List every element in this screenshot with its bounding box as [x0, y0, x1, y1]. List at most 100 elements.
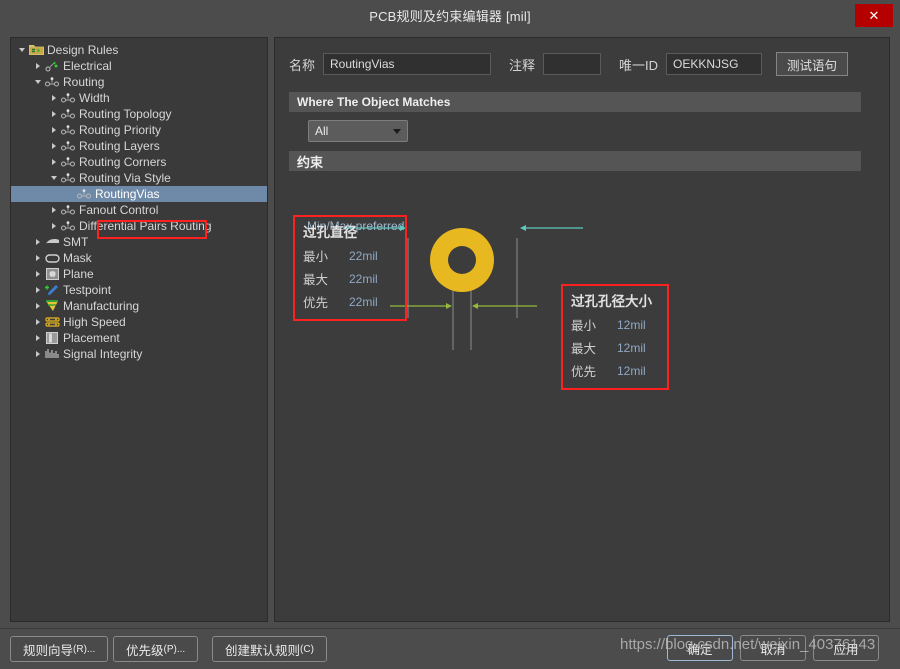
sidebar-item-label: Routing Via Style — [79, 171, 171, 185]
ok-label: 确定 — [687, 642, 713, 657]
chevron-right-icon[interactable] — [47, 106, 60, 122]
cancel-button[interactable]: 取消 — [740, 635, 806, 661]
chevron-right-icon[interactable] — [31, 266, 44, 282]
sidebar-item-routingvias[interactable]: RoutingVias — [11, 186, 267, 202]
window-title: PCB规则及约束编辑器 [mil] — [369, 8, 531, 24]
sidebar-item-label: Placement — [63, 331, 120, 345]
sidebar-item-manufacturing[interactable]: Manufacturing — [11, 298, 267, 314]
create-default-rules-button[interactable]: 创建默认规则 (C) — [212, 636, 327, 662]
via-pad-graphic — [430, 228, 494, 292]
sidebar-item-label: Routing Topology — [79, 107, 172, 121]
where-object-matches-title: Where The Object Matches — [297, 95, 451, 109]
via-hole-size-box: 过孔孔径大小 最小 12mil 最大 12mil 优先 12mil — [561, 284, 669, 390]
close-icon: ✕ — [868, 8, 880, 23]
highspeed-icon — [44, 315, 60, 329]
sidebar-item-testpoint[interactable]: Testpoint — [11, 282, 267, 298]
chevron-down-icon[interactable] — [15, 42, 28, 58]
chevron-down-icon[interactable] — [31, 74, 44, 90]
chevron-right-icon[interactable] — [47, 138, 60, 154]
chevron-right-icon[interactable] — [31, 250, 44, 266]
rule-wizard-accel: (R)... — [73, 643, 96, 655]
scope-dropdown-value: All — [315, 124, 329, 138]
cancel-label: 取消 — [760, 642, 786, 657]
chevron-right-icon[interactable] — [31, 314, 44, 330]
priority-accel: (P)... — [163, 643, 186, 655]
where-object-matches-header: Where The Object Matches — [289, 92, 861, 112]
via-hole-preferred-row[interactable]: 优先 12mil — [571, 359, 659, 382]
sidebar-item-label: Routing Corners — [79, 155, 167, 169]
manufacturing-icon — [44, 299, 60, 313]
sidebar-item-label: Fanout Control — [79, 203, 159, 217]
sidebar-item-label: Manufacturing — [63, 299, 140, 313]
sidebar-item-label: Differential Pairs Routing — [79, 219, 212, 233]
scope-dropdown[interactable]: All — [308, 120, 408, 142]
pcb-rules-editor-window: PCB规则及约束编辑器 [mil] ✕ Design Rules Electric… — [0, 0, 900, 669]
chevron-right-icon[interactable] — [47, 202, 60, 218]
close-button[interactable]: ✕ — [855, 4, 893, 27]
sidebar-item-label: Electrical — [63, 59, 112, 73]
chevron-right-icon[interactable] — [31, 330, 44, 346]
sidebar-item-signal-integrity[interactable]: Signal Integrity — [11, 346, 267, 362]
via-hole-preferred-label: 优先 — [571, 365, 597, 379]
sidebar-item-smt[interactable]: SMT — [11, 234, 267, 250]
sidebar-item-label: Routing Priority — [79, 123, 162, 137]
via-hole-max-value: 12mil — [617, 340, 646, 355]
rule-wizard-label: 规则向导 — [23, 643, 74, 658]
sidebar-item-mask[interactable]: Mask — [11, 250, 267, 266]
sidebar-item-routing-priority[interactable]: Routing Priority — [11, 122, 267, 138]
chevron-down-icon[interactable] — [47, 170, 60, 186]
via-hole-min-label: 最小 — [571, 319, 597, 333]
sidebar-item-label: High Speed — [63, 315, 126, 329]
test-query-button[interactable]: 测试语句 — [776, 52, 849, 76]
name-input[interactable] — [323, 53, 492, 75]
rule-header-form: 名称 注释 唯一ID 测试语句 — [289, 52, 849, 76]
via-diameter-min-row[interactable]: 最小 22mil — [303, 244, 397, 267]
sidebar-item-design-rules[interactable]: Design Rules — [11, 42, 267, 58]
chevron-right-icon[interactable] — [47, 122, 60, 138]
via-diameter-preferred-value: 22mil — [349, 294, 378, 309]
smt-icon — [44, 235, 60, 249]
chevron-right-icon[interactable] — [47, 218, 60, 234]
sidebar-item-routing-via-style[interactable]: Routing Via Style — [11, 170, 267, 186]
sidebar-item-plane[interactable]: Plane — [11, 266, 267, 282]
chevron-right-icon[interactable] — [31, 282, 44, 298]
ok-button[interactable]: 确定 — [667, 635, 733, 661]
chevron-right-icon[interactable] — [31, 58, 44, 74]
sidebar-item-fanout-control[interactable]: Fanout Control — [11, 202, 267, 218]
comment-label: 注释 — [509, 57, 536, 73]
via-diameter-title: 过孔直径 — [303, 225, 357, 240]
via-hole-preferred-value: 12mil — [617, 363, 646, 378]
sidebar-item-label: Routing Layers — [79, 139, 160, 153]
via-diameter-max-row[interactable]: 最大 22mil — [303, 267, 397, 290]
via-hole-min-row[interactable]: 最小 12mil — [571, 313, 659, 336]
chevron-right-icon[interactable] — [31, 346, 44, 362]
sidebar-item-routing-layers[interactable]: Routing Layers — [11, 138, 267, 154]
chevron-right-icon[interactable] — [31, 298, 44, 314]
constraint-header: 约束 — [289, 151, 861, 171]
priority-button[interactable]: 优先级 (P)... — [113, 636, 199, 662]
sidebar-item-high-speed[interactable]: High Speed — [11, 314, 267, 330]
sidebar-item-electrical[interactable]: Electrical — [11, 58, 267, 74]
via-hole-max-row[interactable]: 最大 12mil — [571, 336, 659, 359]
sidebar-item-routing-topology[interactable]: Routing Topology — [11, 106, 267, 122]
sidebar-item-routing[interactable]: Routing — [11, 74, 267, 90]
rule-wizard-button[interactable]: 规则向导 (R)... — [10, 636, 109, 662]
routing-icon — [60, 203, 76, 217]
apply-button[interactable]: 应用 — [813, 635, 879, 661]
signalintegrity-icon — [44, 347, 60, 361]
sidebar-item-label: Signal Integrity — [63, 347, 143, 361]
sidebar-item-differential-pairs-routing[interactable]: Differential Pairs Routing — [11, 218, 267, 234]
chevron-right-icon[interactable] — [47, 90, 60, 106]
chevron-right-icon[interactable] — [47, 154, 60, 170]
routing-icon — [60, 107, 76, 121]
sidebar-item-routing-corners[interactable]: Routing Corners — [11, 154, 267, 170]
via-diameter-preferred-row[interactable]: 优先 22mil — [303, 290, 397, 313]
comment-input[interactable] — [543, 53, 602, 75]
chevron-right-icon[interactable] — [31, 234, 44, 250]
unique-id-input[interactable] — [666, 53, 763, 75]
rules-tree-panel[interactable]: Design Rules Electrical Routing Width Routin… — [10, 37, 268, 622]
sidebar-item-width[interactable]: Width — [11, 90, 267, 106]
sidebar-item-placement[interactable]: Placement — [11, 330, 267, 346]
routing-icon — [60, 91, 76, 105]
